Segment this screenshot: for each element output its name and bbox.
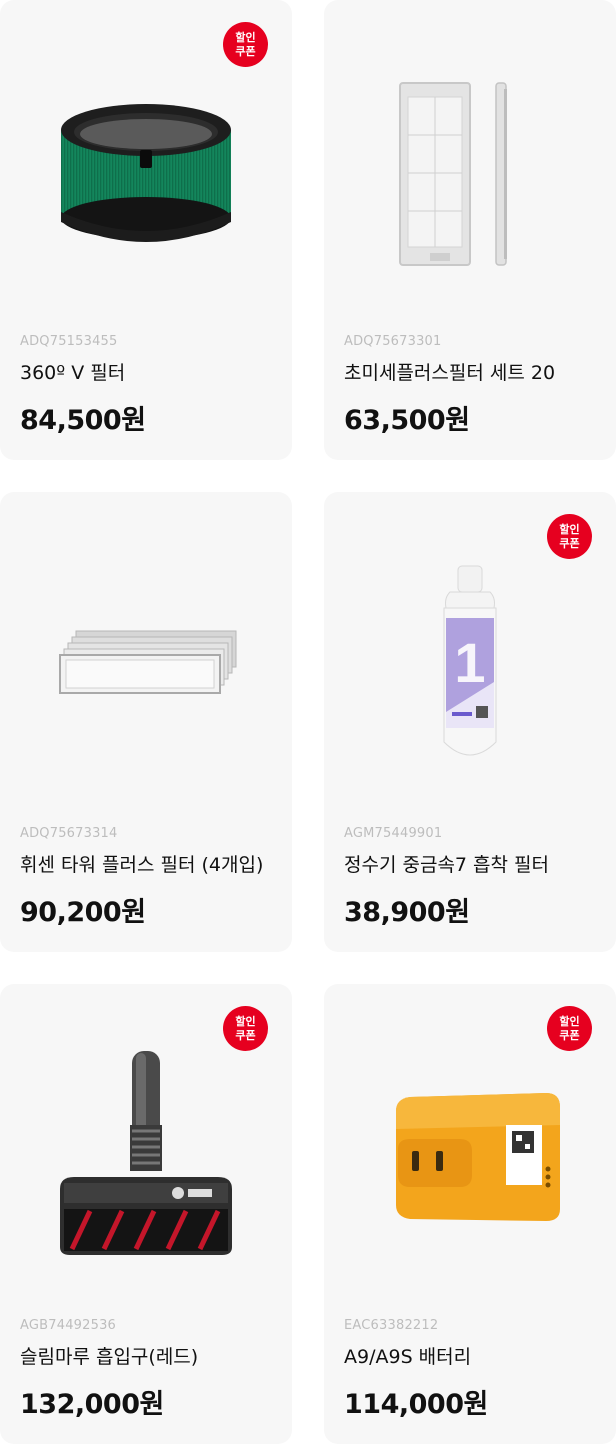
product-price: 63,500원 — [344, 405, 470, 436]
product-name[interactable]: 휘센 타워 플러스 필터 (4개입) — [20, 850, 263, 877]
product-card[interactable]: 할인 쿠폰 EAC63382212 A9/A9S 배터리 114,000원 — [324, 984, 616, 1444]
product-price: 90,200원 — [20, 897, 146, 928]
product-name[interactable]: 슬림마루 흡입구(레드) — [20, 1342, 198, 1369]
product-sku: ADQ75673314 — [20, 826, 118, 841]
product-name[interactable]: 360º V 필터 — [20, 358, 125, 385]
battery-pack-image[interactable] — [324, 1024, 616, 1294]
product-price: 84,500원 — [20, 405, 146, 436]
product-name[interactable]: 초미세플러스필터 세트 20 — [344, 358, 555, 385]
product-price: 38,900원 — [344, 897, 470, 928]
product-card[interactable]: ADQ75673314 휘센 타워 플러스 필터 (4개입) 90,200원 — [0, 492, 292, 952]
product-name[interactable]: 정수기 중금속7 흡착 필터 — [344, 850, 549, 877]
water-filter-cartridge-image[interactable]: 1 — [324, 532, 616, 802]
product-sku: ADQ75153455 — [20, 334, 118, 349]
product-sku: EAC63382212 — [344, 1318, 439, 1333]
product-card[interactable]: 할인 쿠폰 AGB74492536 슬림마루 흡입구(레드) 132,000원 — [0, 984, 292, 1444]
product-card[interactable]: 할인 쿠폰 1 AGM75449901 정수기 중금속7 흡착 필터 38,90… — [324, 492, 616, 952]
panel-filter-set-image[interactable] — [324, 40, 616, 310]
product-price: 114,000원 — [344, 1389, 488, 1420]
cylindrical-filter-image[interactable] — [0, 40, 292, 310]
svg-text:1: 1 — [454, 631, 485, 694]
vacuum-nozzle-image[interactable] — [0, 1024, 292, 1294]
product-sku: ADQ75673301 — [344, 334, 442, 349]
product-name[interactable]: A9/A9S 배터리 — [344, 1342, 471, 1369]
product-sku: AGB74492536 — [20, 1318, 117, 1333]
product-card[interactable]: 할인 쿠폰 ADQ75153455 360º V 필터 84,500원 — [0, 0, 292, 460]
stacked-filter-image[interactable] — [0, 532, 292, 802]
product-card[interactable]: ADQ75673301 초미세플러스필터 세트 20 63,500원 — [324, 0, 616, 460]
product-grid: 할인 쿠폰 ADQ75153455 360º V 필터 84,500원 ADQ7… — [0, 0, 616, 1444]
product-sku: AGM75449901 — [344, 826, 443, 841]
product-price: 132,000원 — [20, 1389, 164, 1420]
